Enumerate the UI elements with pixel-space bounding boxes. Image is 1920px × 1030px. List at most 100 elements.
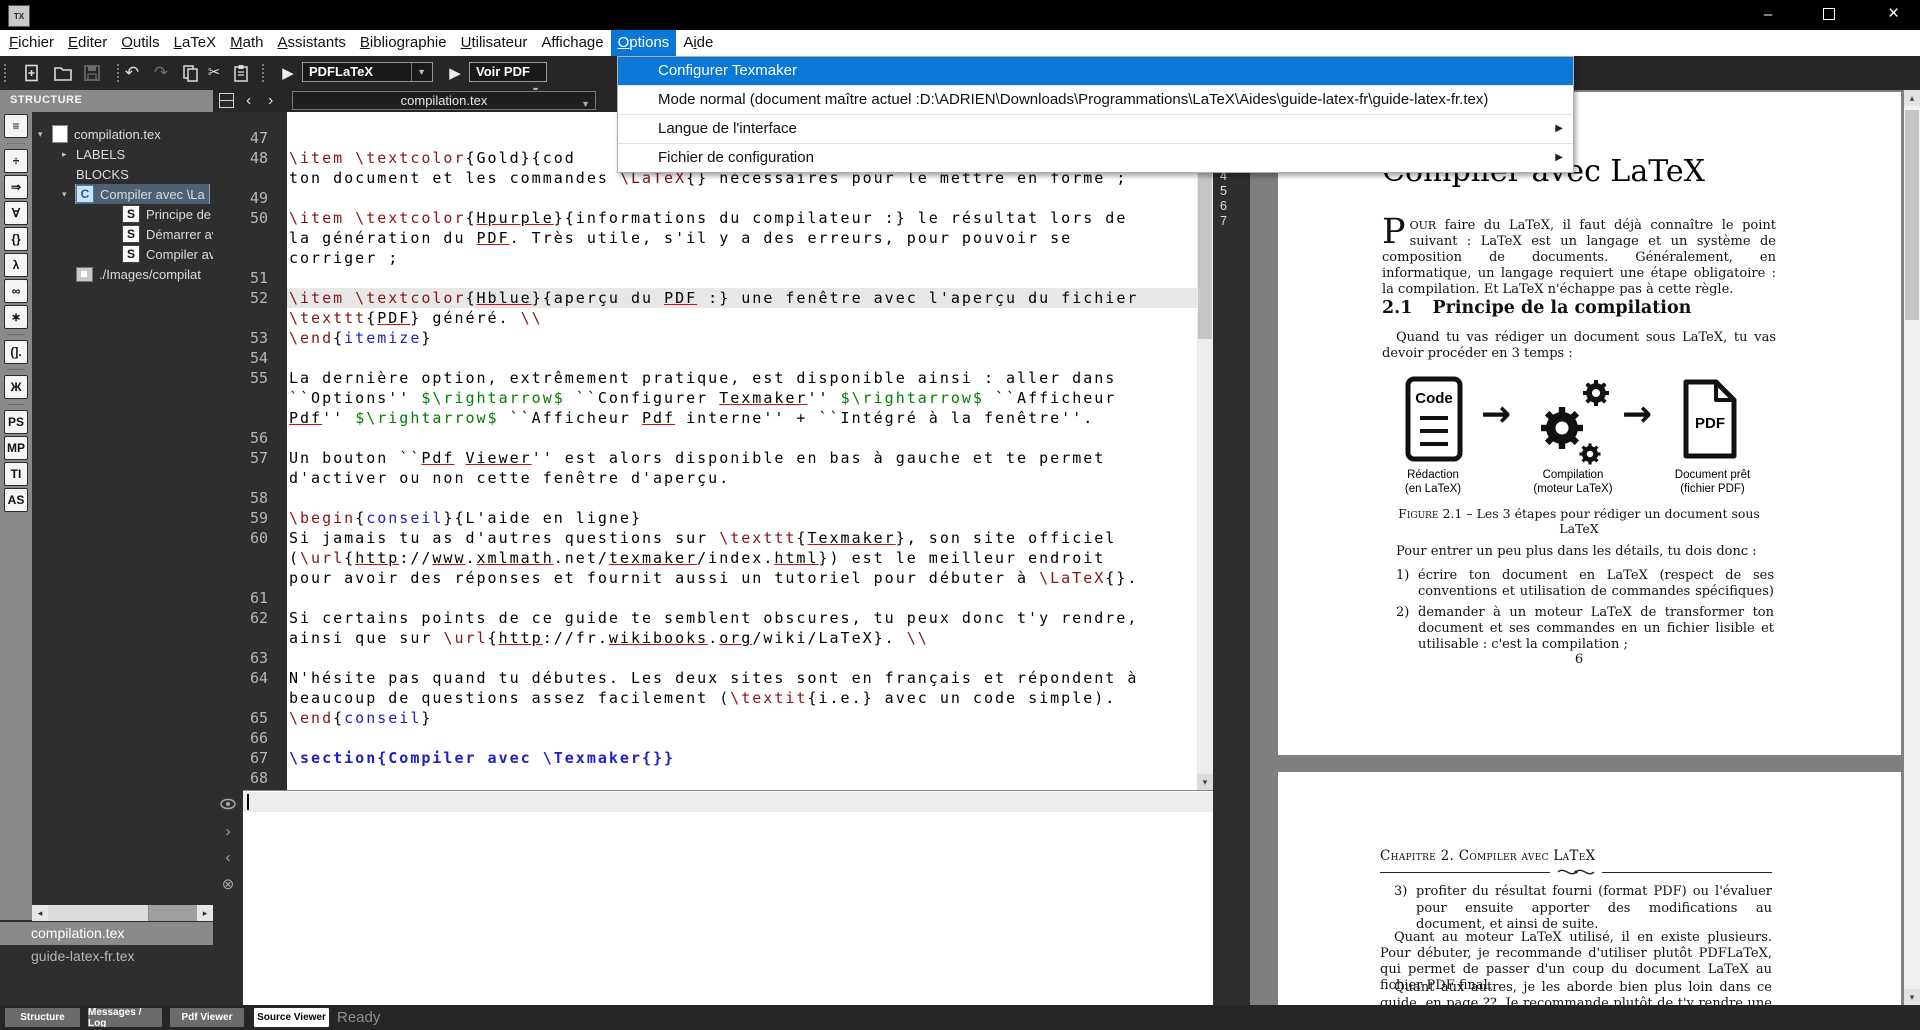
menu-item-latex[interactable]: LaTeX bbox=[167, 30, 224, 56]
code-line[interactable]: \texttt{PDF} généré. \\ bbox=[287, 308, 1197, 328]
tree-item[interactable]: SDémarrer av bbox=[32, 224, 213, 244]
current-code-line[interactable]: \item \textcolor{Hblue}{aperçu du PDF :}… bbox=[287, 288, 1197, 308]
relation-symbols-tab[interactable]: ÷ bbox=[4, 149, 28, 173]
pdf-page-list-item[interactable]: 5 bbox=[1220, 184, 1227, 198]
open-file-button[interactable] bbox=[53, 63, 73, 83]
structure-horizontal-scrollbar[interactable]: ◂ ▸ bbox=[32, 905, 213, 921]
close-log-icon[interactable]: ⊗ bbox=[213, 875, 243, 893]
code-line[interactable]: Pdf'' $\rightarrow$ ``Afficheur Pdf inte… bbox=[287, 408, 1197, 428]
code-line[interactable]: Un bouton ``Pdf Viewer'' est alors dispo… bbox=[287, 448, 1197, 468]
menu-item-affichage[interactable]: Affichage bbox=[534, 30, 610, 56]
user-symbols-tab[interactable]: Ж bbox=[4, 375, 28, 399]
redo-button[interactable]: ↷ bbox=[151, 63, 171, 83]
run-view-button[interactable]: ▶ bbox=[445, 63, 465, 83]
pdf-scrollbar[interactable]: ▴ ▾ bbox=[1904, 90, 1920, 1005]
tree-item[interactable]: ./Images/compilat bbox=[32, 264, 213, 284]
menu-item-utilisateur[interactable]: Utilisateur bbox=[454, 30, 535, 56]
log-panel[interactable] bbox=[243, 790, 1213, 1005]
expander-icon[interactable]: ▾ bbox=[62, 189, 76, 200]
statusbar-button-messages-log[interactable]: Messages / Log bbox=[88, 1008, 162, 1027]
scrollbar-thumb[interactable] bbox=[48, 905, 149, 921]
menu-item-bibliographie[interactable]: Bibliographie bbox=[353, 30, 454, 56]
tree-item[interactable]: BLOCKS bbox=[32, 164, 213, 184]
toolbar-handle[interactable] bbox=[262, 64, 268, 82]
brackets-tab[interactable]: (]. bbox=[4, 340, 28, 364]
code-line[interactable]: (\url{http://www.xmlmath.net/texmaker/in… bbox=[287, 548, 1197, 568]
run-compile-button[interactable]: ▶ bbox=[278, 63, 298, 83]
new-document-button[interactable] bbox=[22, 63, 42, 83]
code-editor[interactable]: \item \textcolor{Gold}{codton document e… bbox=[287, 112, 1197, 790]
tree-item[interactable]: SCompiler ave bbox=[32, 244, 213, 264]
misc-symbols-tab[interactable]: ∀ bbox=[4, 201, 28, 225]
compile-command-select[interactable]: PDFLaTeX ▼ bbox=[302, 62, 433, 82]
code-line[interactable] bbox=[287, 348, 1197, 368]
save-button[interactable] bbox=[82, 63, 102, 83]
previous-icon[interactable]: ‹ bbox=[213, 849, 243, 866]
code-line[interactable]: La dernière option, extrêmement pratique… bbox=[287, 368, 1197, 388]
menu-item-fichier[interactable]: Fichier bbox=[2, 30, 61, 56]
scroll-down-icon[interactable]: ▾ bbox=[1904, 989, 1920, 1005]
code-line[interactable]: d'activer ou non cette fenêtre d'aperçu. bbox=[287, 468, 1197, 488]
menu-item-outils[interactable]: Outils bbox=[114, 30, 166, 56]
scroll-down-icon[interactable]: ▾ bbox=[1197, 774, 1213, 790]
code-line[interactable] bbox=[287, 728, 1197, 748]
tree-item[interactable]: ▾CCompiler avec \La bbox=[32, 184, 213, 204]
code-line[interactable] bbox=[287, 768, 1197, 788]
code-line[interactable]: beaucoup de questions assez facilement (… bbox=[287, 688, 1197, 708]
code-line[interactable]: \end{conseil} bbox=[287, 708, 1197, 728]
menu-item-aide[interactable]: Aide bbox=[676, 30, 720, 56]
copy-button[interactable] bbox=[180, 63, 200, 83]
pdf-page-list-item[interactable]: 6 bbox=[1220, 199, 1227, 213]
code-line[interactable]: \section{Compiler avec \Texmaker{}} bbox=[287, 748, 1197, 768]
open-file-item[interactable]: guide-latex-fr.tex bbox=[0, 945, 213, 1005]
code-line[interactable]: \begin{conseil}{L'aide en ligne} bbox=[287, 508, 1197, 528]
code-line[interactable]: corriger ; bbox=[287, 248, 1197, 268]
previous-document-button[interactable]: ‹ bbox=[246, 90, 251, 112]
code-line[interactable] bbox=[287, 268, 1197, 288]
code-line[interactable]: \end{itemize} bbox=[287, 328, 1197, 348]
expander-icon[interactable]: ▸ bbox=[62, 149, 76, 160]
code-line[interactable] bbox=[287, 188, 1197, 208]
scroll-left-icon[interactable]: ◂ bbox=[32, 905, 48, 921]
code-line[interactable]: \item \textcolor{Hpurple}{informations d… bbox=[287, 208, 1197, 228]
next-icon[interactable]: › bbox=[213, 823, 243, 840]
code-line[interactable]: pour avoir des réponses et fournit aussi… bbox=[287, 568, 1197, 588]
code-line[interactable]: ainsi que sur \url{http://fr.wikibooks.o… bbox=[287, 628, 1197, 648]
greek-letters-tab[interactable]: λ bbox=[4, 253, 28, 277]
cut-button[interactable]: ✂ bbox=[204, 63, 224, 83]
pstricks-tab[interactable]: PS bbox=[4, 410, 28, 434]
misc-math-tab[interactable]: ∞ bbox=[4, 279, 28, 303]
code-line[interactable]: la génération du PDF. Très utile, s'il y… bbox=[287, 228, 1197, 248]
menu-item-assistants[interactable]: Assistants bbox=[271, 30, 353, 56]
open-file-select[interactable]: compilation.tex ▼ bbox=[292, 91, 596, 110]
options-menu-item[interactable]: Fichier de configuration▶ bbox=[618, 143, 1573, 172]
statusbar-button-pdf-viewer[interactable]: Pdf Viewer bbox=[170, 1008, 244, 1027]
code-line[interactable] bbox=[287, 428, 1197, 448]
minimize-button[interactable]: – bbox=[1745, 0, 1791, 28]
metapost-tab[interactable]: MP bbox=[4, 436, 28, 460]
tree-item[interactable]: ▾compilation.tex bbox=[32, 124, 213, 144]
close-button[interactable]: × bbox=[1867, 0, 1920, 28]
code-line[interactable]: Si certains points de ce guide te semble… bbox=[287, 608, 1197, 628]
menu-item-math[interactable]: Math bbox=[223, 30, 270, 56]
scroll-up-icon[interactable]: ▴ bbox=[1904, 90, 1920, 106]
code-line[interactable]: ``Options'' $\rightarrow$ ``Configurer T… bbox=[287, 388, 1197, 408]
code-line[interactable] bbox=[287, 588, 1197, 608]
tree-item[interactable]: SPrincipe de la bbox=[32, 204, 213, 224]
menu-item-editer[interactable]: Editer bbox=[61, 30, 114, 56]
code-line[interactable] bbox=[287, 488, 1197, 508]
tikz-tab[interactable]: TI bbox=[4, 462, 28, 486]
undo-button[interactable]: ↶ bbox=[122, 63, 142, 83]
pdf-viewer[interactable]: Compiler avec LaTeX POUR faire du LaTeX,… bbox=[1250, 90, 1904, 1005]
most-used-symbols-tab[interactable]: ∗ bbox=[4, 305, 28, 329]
options-menu-item[interactable]: Configurer Texmaker bbox=[618, 57, 1573, 85]
panel-toggle-icon[interactable] bbox=[219, 93, 234, 108]
next-document-button[interactable]: › bbox=[268, 90, 273, 112]
toolbar-handle[interactable] bbox=[4, 64, 10, 82]
eye-icon[interactable] bbox=[213, 797, 243, 814]
scroll-right-icon[interactable]: ▸ bbox=[197, 905, 213, 921]
arrow-symbols-tab[interactable]: ⇒ bbox=[4, 175, 28, 199]
code-line[interactable]: Si jamais tu as d'autres questions sur \… bbox=[287, 528, 1197, 548]
view-command-select[interactable]: Voir PDF ▼ bbox=[469, 62, 547, 82]
statusbar-button-source-viewer[interactable]: Source Viewer bbox=[254, 1008, 329, 1027]
